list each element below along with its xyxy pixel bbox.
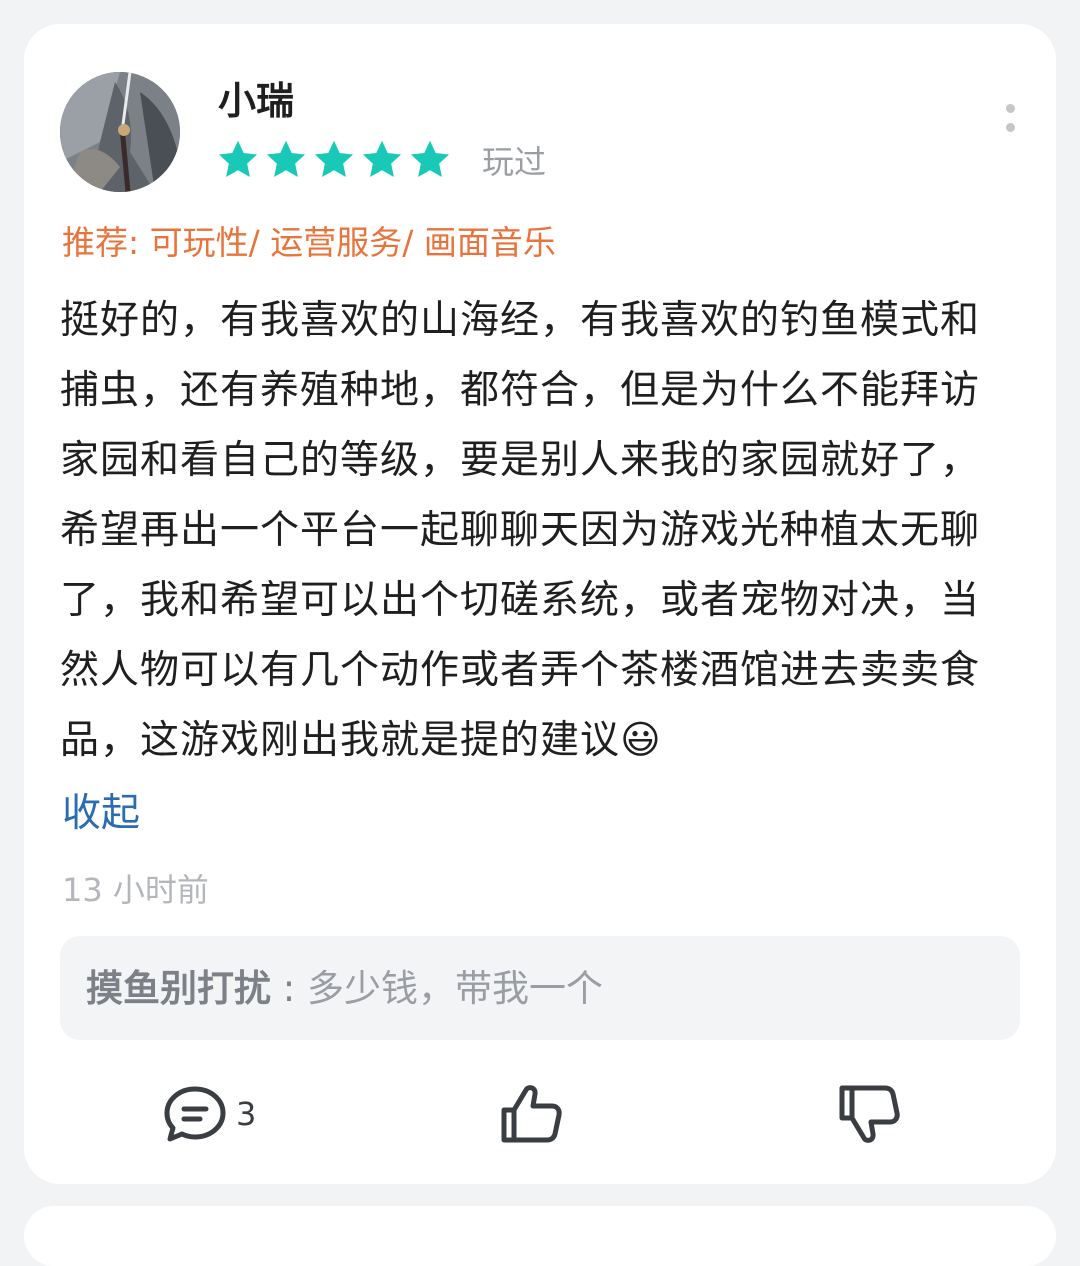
star-icon [362, 140, 402, 178]
reply-separator: : [271, 967, 307, 1010]
review-text: 挺好的，有我喜欢的山海经，有我喜欢的钓鱼模式和捕虫，还有养殖种地，都符合，但是为… [60, 298, 981, 763]
reply-author[interactable]: 摸鱼别打扰 [86, 967, 271, 1010]
reply-content: 多少钱，带我一个 [307, 967, 603, 1010]
star-icon [218, 140, 258, 178]
next-review-card [24, 1206, 1056, 1266]
reply-line: 摸鱼别打扰 : 多少钱，带我一个 [86, 964, 603, 1014]
review-card: 小瑞 玩过 推荐: 可玩性/ 运营服务/ 画面音乐 挺好的，有我喜欢的山海经，有… [24, 24, 1056, 1184]
star-icon [410, 140, 450, 178]
review-time: 13 小时前 [62, 871, 209, 909]
thumbs-up-icon [501, 1085, 562, 1143]
comment-button[interactable]: 3 [162, 1078, 256, 1150]
action-bar: 3 [24, 1078, 1056, 1150]
username[interactable]: 小瑞 [218, 76, 294, 126]
avatar-image [60, 72, 180, 192]
recommend-tags: 推荐: 可玩性/ 运营服务/ 画面音乐 [62, 223, 556, 262]
star-icon [266, 140, 306, 178]
thumbs-down-icon [839, 1085, 900, 1143]
dislike-button[interactable] [836, 1078, 902, 1150]
comment-count: 3 [236, 1095, 257, 1133]
played-status: 玩过 [482, 143, 547, 181]
more-dot-icon [1005, 123, 1015, 132]
star-icon [314, 140, 354, 178]
more-dot-icon [1005, 104, 1015, 113]
reply-preview[interactable]: 摸鱼别打扰 : 多少钱，带我一个 [60, 936, 1020, 1040]
comment-icon [164, 1086, 226, 1142]
collapse-link[interactable]: 收起 [62, 786, 140, 842]
rating-stars [216, 138, 452, 182]
avatar[interactable] [60, 72, 180, 192]
more-options-button[interactable] [988, 86, 1032, 150]
like-button[interactable] [498, 1078, 564, 1150]
